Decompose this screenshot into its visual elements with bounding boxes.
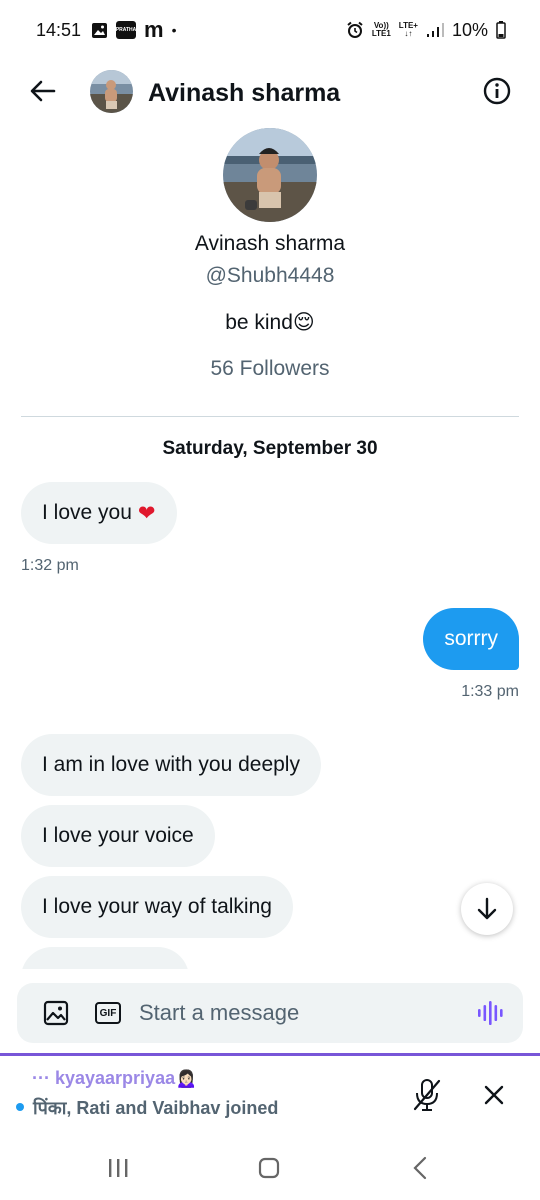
alarm-icon — [347, 21, 363, 38]
message-input[interactable] — [139, 993, 459, 1033]
spaces-title: ··· kyayaarpriyaa🙍🏻‍♀️ — [32, 1068, 198, 1088]
profile-card: Avinash sharma @Shubh4448 be kind😌 56 Fo… — [0, 128, 540, 381]
followers-link[interactable]: 56 Followers — [0, 357, 540, 381]
header-avatar[interactable] — [90, 70, 133, 113]
message-bubble-in[interactable]: I love you ❤ — [21, 482, 177, 544]
status-right: Vo)) LTE1 LTE+ ↓↑ 10% — [346, 20, 506, 41]
image-icon — [43, 1000, 69, 1026]
message-text: sorrry — [444, 627, 498, 650]
battery-icon — [496, 21, 506, 39]
arrow-down-icon — [477, 897, 497, 920]
profile-handle: @Shubh4448 — [205, 264, 335, 287]
mic-muted-button[interactable] — [412, 1078, 442, 1112]
message-bubble-out[interactable]: sorrry — [423, 608, 519, 670]
header-title[interactable]: Avinash sharma — [148, 79, 340, 108]
close-spaces-button[interactable] — [481, 1082, 507, 1108]
divider — [21, 416, 519, 417]
avatar-photo-icon — [90, 70, 133, 113]
message-bubble-in[interactable]: I love your voice — [21, 805, 215, 867]
profile-photo-icon — [223, 128, 317, 222]
gif-icon: GIF — [95, 1002, 121, 1024]
app-badge-icon: PRATHA — [116, 21, 136, 39]
voice-wave-icon — [478, 1001, 503, 1025]
mic-off-icon — [413, 1079, 441, 1111]
home-icon — [258, 1157, 280, 1179]
back-button[interactable] — [28, 76, 58, 106]
battery-text: 10% — [451, 19, 488, 40]
info-button[interactable] — [482, 76, 512, 106]
message-bubble-in[interactable]: I am in love with you deeply — [21, 734, 321, 796]
conversation-header: Avinash sharma — [0, 62, 540, 124]
lte-indicator: LTE+ ↓↑ — [398, 21, 418, 38]
status-time: 14:51 — [36, 19, 82, 40]
image-icon — [92, 22, 108, 38]
profile-avatar[interactable] — [223, 128, 317, 222]
close-icon — [484, 1085, 504, 1105]
message-timestamp: 1:32 pm — [21, 557, 79, 574]
system-nav-bar — [0, 1140, 540, 1200]
chevron-left-icon — [413, 1156, 427, 1180]
live-dot-icon — [16, 1103, 24, 1111]
spaces-subtitle: पिंका, Rati and Vaibhav joined — [33, 1098, 279, 1118]
spaces-bar[interactable]: ··· kyayaarpriyaa🙍🏻‍♀️ पिंका, Rati and V… — [0, 1062, 540, 1128]
heart-emoji-icon: ❤ — [137, 501, 156, 525]
spaces-accent-line — [0, 1053, 540, 1056]
message-text: I love your voice — [42, 824, 194, 847]
profile-name: Avinash sharma — [194, 232, 346, 255]
notification-icons: PRATHA m • — [91, 17, 177, 42]
message-timestamp: 1:33 pm — [461, 683, 519, 700]
message-text: I love you — [42, 501, 132, 524]
message-bubble-in[interactable]: I love your way of talking — [21, 876, 293, 938]
message-bubble-partial — [21, 947, 189, 969]
m-app-icon: m — [144, 17, 164, 42]
signal-icon — [426, 23, 444, 37]
status-bar: 14:51 PRATHA m • Vo)) LTE1 LTE+ ↓↑ 10% — [0, 0, 540, 60]
system-back-button[interactable] — [410, 1156, 430, 1184]
profile-bio: be kind😌 — [225, 311, 315, 334]
arrow-left-icon — [30, 80, 56, 102]
scroll-to-bottom-button[interactable] — [461, 883, 513, 935]
notification-dot: • — [171, 22, 177, 38]
gif-button[interactable]: GIF — [93, 998, 123, 1028]
message-text: I love your way of talking — [42, 895, 272, 918]
volte-indicator: Vo)) LTE1 — [371, 21, 391, 38]
date-separator: Saturday, September 30 — [162, 438, 378, 459]
message-text: I am in love with you deeply — [42, 753, 300, 776]
home-button[interactable] — [257, 1156, 281, 1184]
recents-icon — [109, 1159, 128, 1177]
recents-button[interactable] — [106, 1156, 130, 1184]
info-icon — [483, 77, 511, 105]
voice-message-button[interactable] — [475, 998, 505, 1028]
media-button[interactable] — [41, 998, 71, 1028]
message-composer: GIF — [17, 983, 523, 1043]
